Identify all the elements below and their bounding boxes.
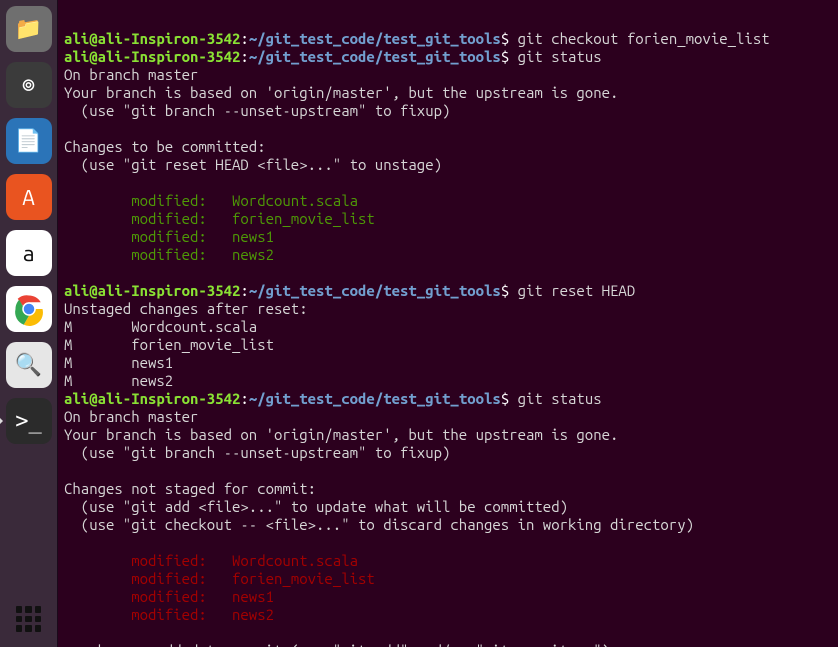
out-line: On branch master (64, 66, 198, 83)
out-line: (use "git checkout -- <file>..." to disc… (64, 516, 694, 533)
launcher-sidebar: 📁 ⊚ 📄 A a 🔍 >_ (0, 0, 58, 647)
out-line: M Wordcount.scala (64, 318, 257, 335)
launcher-chrome-icon[interactable] (6, 286, 52, 332)
out-line: M news1 (64, 354, 173, 371)
out-line: Unstaged changes after reset: (64, 300, 308, 317)
out-line: (use "git add <file>..." to update what … (64, 498, 568, 515)
launcher-writer-icon[interactable]: 📄 (6, 118, 52, 164)
cmd-reset: git reset HEAD (509, 282, 635, 299)
staged-file: modified: forien_movie_list (64, 210, 375, 227)
out-line: (use "git reset HEAD <file>..." to unsta… (64, 156, 442, 173)
terminal-pane[interactable]: ali@ali-Inspiron-3542:~/git_test_code/te… (58, 0, 838, 647)
launcher-rhythmbox-icon[interactable]: ⊚ (6, 62, 52, 108)
prompt-user: ali@ali-Inspiron-3542 (64, 390, 240, 407)
out-line: Your branch is based on 'origin/master',… (64, 84, 618, 101)
prompt-user: ali@ali-Inspiron-3542 (64, 48, 240, 65)
prompt-sep: : (240, 30, 248, 47)
unstaged-file: modified: forien_movie_list (64, 570, 375, 587)
launcher-software-icon[interactable]: A (6, 174, 52, 220)
out-line: M forien_movie_list (64, 336, 274, 353)
cmd-status: git status (509, 48, 601, 65)
unstaged-file: modified: Wordcount.scala (64, 552, 358, 569)
out-line: (use "git branch --unset-upstream" to fi… (64, 102, 450, 119)
prompt-path: ~/git_test_code/test_git_tools (249, 30, 501, 47)
out-line: no changes added to commit (use "git add… (64, 642, 610, 647)
launcher-amazon-icon[interactable]: a (6, 230, 52, 276)
out-line: Your branch is based on 'origin/master',… (64, 426, 618, 443)
prompt-dollar: $ (501, 30, 509, 47)
apps-grid-dots (16, 606, 42, 632)
launcher-apps-grid-icon[interactable] (6, 599, 52, 639)
launcher-docviewer-icon[interactable]: 🔍 (6, 342, 52, 388)
out-line: (use "git branch --unset-upstream" to fi… (64, 444, 450, 461)
out-line: M news2 (64, 372, 173, 389)
chrome-logo-icon (11, 291, 47, 327)
out-line: Changes to be committed: (64, 138, 266, 155)
launcher-files-icon[interactable]: 📁 (6, 6, 52, 52)
staged-file: modified: news1 (64, 228, 274, 245)
prompt-user: ali@ali-Inspiron-3542 (64, 30, 240, 47)
cmd-checkout: git checkout forien_movie_list (509, 30, 769, 47)
out-line: On branch master (64, 408, 198, 425)
prompt-user: ali@ali-Inspiron-3542 (64, 282, 240, 299)
staged-file: modified: news2 (64, 246, 274, 263)
unstaged-file: modified: news2 (64, 606, 274, 623)
unstaged-file: modified: news1 (64, 588, 274, 605)
out-line: Changes not staged for commit: (64, 480, 316, 497)
cmd-status: git status (509, 390, 601, 407)
launcher-terminal-icon[interactable]: >_ (6, 398, 52, 444)
staged-file: modified: Wordcount.scala (64, 192, 358, 209)
